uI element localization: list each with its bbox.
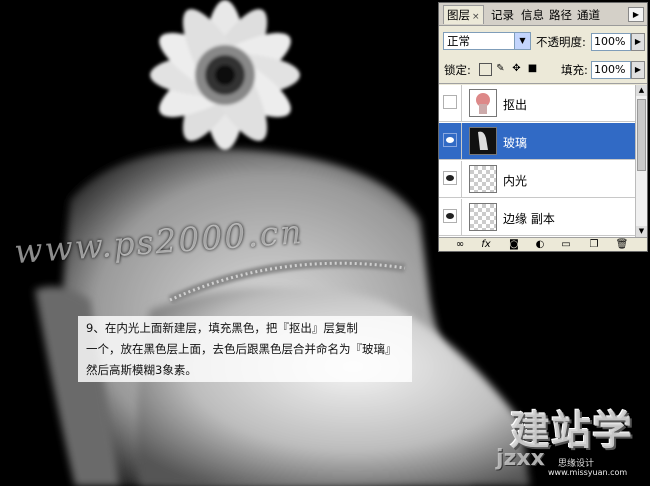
tab-layers-label: 图层 <box>447 8 470 22</box>
layer-row-selected[interactable]: 玻璃 <box>439 123 635 160</box>
layers-panel: 图层 × 记录 信息 路径 通道 ▶ 正常 ▼ 不透明度: 100% ▶ 锁定: … <box>438 2 648 252</box>
eye-icon[interactable] <box>443 133 457 147</box>
eye-icon[interactable] <box>443 209 457 223</box>
layer-name: 边缘 副本 <box>503 212 555 226</box>
chevron-down-icon[interactable]: ▼ <box>514 33 530 49</box>
fill-label: 填充: <box>561 63 588 77</box>
caption-line-1: 9、在内光上面新建层，填充黑色，把『抠出』层复制 <box>86 321 358 335</box>
adjustment-icon[interactable]: ◐ <box>533 238 547 251</box>
fx-icon[interactable]: fx <box>479 238 493 251</box>
panel-tabs: 图层 × 记录 信息 路径 通道 ▶ <box>439 3 647 26</box>
layer-divider <box>461 199 462 236</box>
tab-history[interactable]: 记录 <box>491 6 514 24</box>
blend-row: 正常 ▼ 不透明度: 100% ▶ <box>439 29 647 55</box>
scroll-thumb[interactable] <box>637 99 646 171</box>
opacity-slider-arrow-icon[interactable]: ▶ <box>631 33 645 51</box>
layer-name: 玻璃 <box>503 136 528 150</box>
layer-thumbnail <box>469 203 497 231</box>
opacity-label: 不透明度: <box>536 35 586 49</box>
logo-url: www.missyuan.com <box>548 468 628 477</box>
tutorial-caption: 9、在内光上面新建层，填充黑色，把『抠出』层复制 一个，放在黑色层上面，去色后跟… <box>78 316 412 382</box>
layer-row[interactable]: 抠出 <box>439 85 635 122</box>
layer-thumbnail <box>469 89 497 117</box>
mask-icon[interactable]: ◙ <box>507 238 521 251</box>
lock-transparent-icon[interactable] <box>479 63 492 76</box>
new-layer-icon[interactable]: ❐ <box>587 238 601 251</box>
lock-all-icon[interactable]: ■ <box>527 63 538 74</box>
logo-abbrev: jzxx <box>496 446 545 471</box>
visibility-toggle-off[interactable] <box>443 95 457 109</box>
fill-field[interactable]: 100% <box>591 61 631 79</box>
panel-menu-icon[interactable]: ▶ <box>628 7 644 22</box>
scroll-down-icon[interactable]: ▼ <box>636 226 647 237</box>
layer-divider <box>461 85 462 122</box>
layers-scrollbar[interactable]: ▲ ▼ <box>635 85 647 237</box>
fill-slider-arrow-icon[interactable]: ▶ <box>631 61 645 79</box>
blend-mode-value: 正常 <box>447 34 470 48</box>
opacity-field[interactable]: 100% <box>591 33 631 51</box>
lock-label: 锁定: <box>444 63 471 77</box>
lock-brush-icon[interactable]: ✎ <box>495 63 506 74</box>
layer-row[interactable]: 内光 <box>439 161 635 198</box>
caption-line-3: 然后高斯模糊3象素。 <box>86 363 197 377</box>
tab-info[interactable]: 信息 <box>521 6 544 24</box>
layer-name: 抠出 <box>503 98 528 112</box>
lock-row: 锁定: ✎ ✥ ■ 填充: 100% ▶ <box>439 57 647 84</box>
layer-divider <box>461 161 462 198</box>
layer-thumbnail <box>469 165 497 193</box>
layers-list: 抠出 玻璃 内光 边缘 副本 <box>439 85 635 237</box>
tab-layers[interactable]: 图层 × <box>443 5 484 24</box>
blend-mode-select[interactable]: 正常 ▼ <box>443 32 531 50</box>
layer-divider <box>461 123 462 160</box>
link-icon[interactable]: ∞ <box>453 238 467 251</box>
layer-name: 内光 <box>503 174 528 188</box>
tab-paths[interactable]: 路径 <box>549 6 572 24</box>
lock-move-icon[interactable]: ✥ <box>511 63 522 74</box>
eye-icon[interactable] <box>443 171 457 185</box>
folder-icon[interactable]: ▭ <box>559 238 573 251</box>
site-logo: 建站学 jzxx 思缘设计 www.missyuan.com <box>496 398 646 484</box>
scroll-up-icon[interactable]: ▲ <box>636 85 647 96</box>
trash-icon[interactable]: 🗑 <box>615 238 629 251</box>
layer-row[interactable]: 边缘 副本 <box>439 199 635 236</box>
tab-channels[interactable]: 通道 <box>577 6 600 24</box>
panel-bottom-bar: ∞ fx ◙ ◐ ▭ ❐ 🗑 <box>439 237 647 252</box>
layer-thumbnail <box>469 127 497 155</box>
close-icon[interactable]: × <box>472 12 480 22</box>
caption-line-2: 一个，放在黑色层上面，去色后跟黑色层合并命名为『玻璃』 <box>86 342 397 356</box>
